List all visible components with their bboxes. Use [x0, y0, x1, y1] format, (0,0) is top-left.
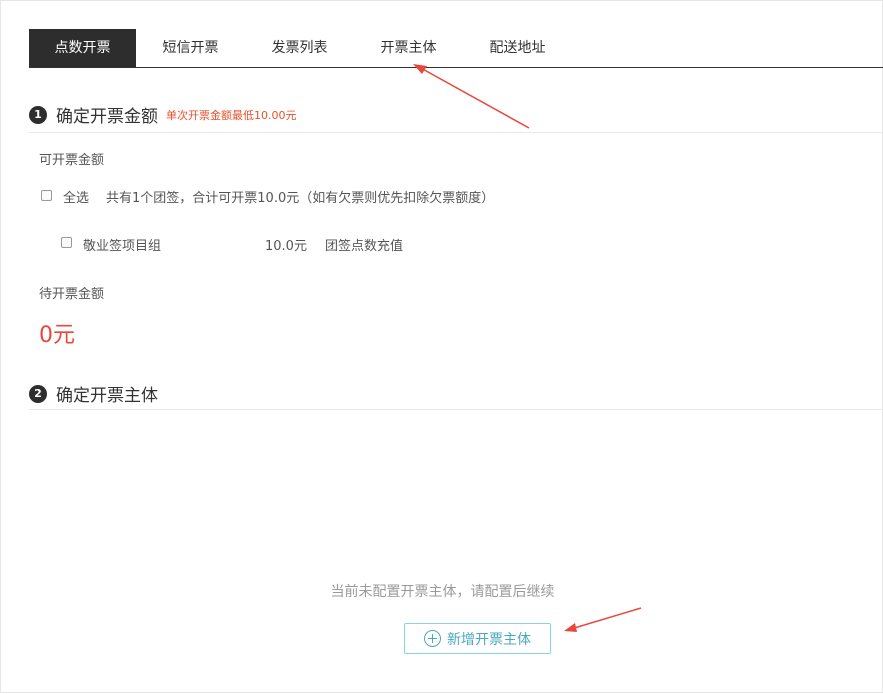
section-divider [29, 409, 883, 410]
step-number-1: 1 [29, 105, 47, 124]
section-entity-title: 确定开票主体 [56, 386, 158, 406]
tab-points-invoice[interactable]: 点数开票 [29, 29, 136, 67]
item-type: 团签点数充值 [325, 239, 404, 254]
pending-amount-label: 待开票金额 [39, 287, 105, 302]
tab-bar: 点数开票 短信开票 发票列表 开票主体 配送地址 [29, 29, 883, 68]
section-entity-header: 2 确定开票主体 [29, 381, 158, 406]
item-checkbox[interactable] [61, 237, 72, 248]
available-summary: 共有1个团签，合计可开票10.0元（如有欠票则优先扣除欠票额度） [106, 191, 495, 206]
add-invoice-entity-button[interactable]: 新增开票主体 [404, 623, 551, 654]
tab-delivery-address[interactable]: 配送地址 [463, 29, 572, 67]
item-amount: 10.0元 [265, 239, 307, 254]
pending-amount-value: 0元 [39, 323, 75, 348]
annotation-arrow-tab [413, 64, 530, 129]
annotation-arrow-button [564, 607, 642, 632]
available-amount-label: 可开票金额 [39, 153, 105, 168]
item-name: 敬业签项目组 [83, 239, 162, 254]
empty-entity-message: 当前未配置开票主体，请配置后继续 [330, 584, 555, 600]
plus-circle-icon [424, 630, 441, 647]
select-all-checkbox[interactable] [41, 190, 52, 201]
invoice-panel: 点数开票 短信开票 发票列表 开票主体 配送地址 1 确定开票金额 单次开票金额… [0, 0, 883, 693]
tab-invoice-entity[interactable]: 开票主体 [354, 29, 463, 67]
step-number-2: 2 [29, 384, 47, 403]
tab-sms-invoice[interactable]: 短信开票 [136, 29, 245, 67]
add-invoice-entity-label: 新增开票主体 [447, 631, 531, 648]
select-all-label[interactable]: 全选 [63, 187, 89, 206]
minimum-amount-note: 单次开票金额最低10.00元 [166, 108, 297, 122]
section-amount-title: 确定开票金额 [56, 107, 158, 127]
tab-invoice-list[interactable]: 发票列表 [245, 29, 354, 67]
section-divider [29, 132, 883, 133]
section-amount-header: 1 确定开票金额 单次开票金额最低10.00元 [29, 102, 297, 127]
